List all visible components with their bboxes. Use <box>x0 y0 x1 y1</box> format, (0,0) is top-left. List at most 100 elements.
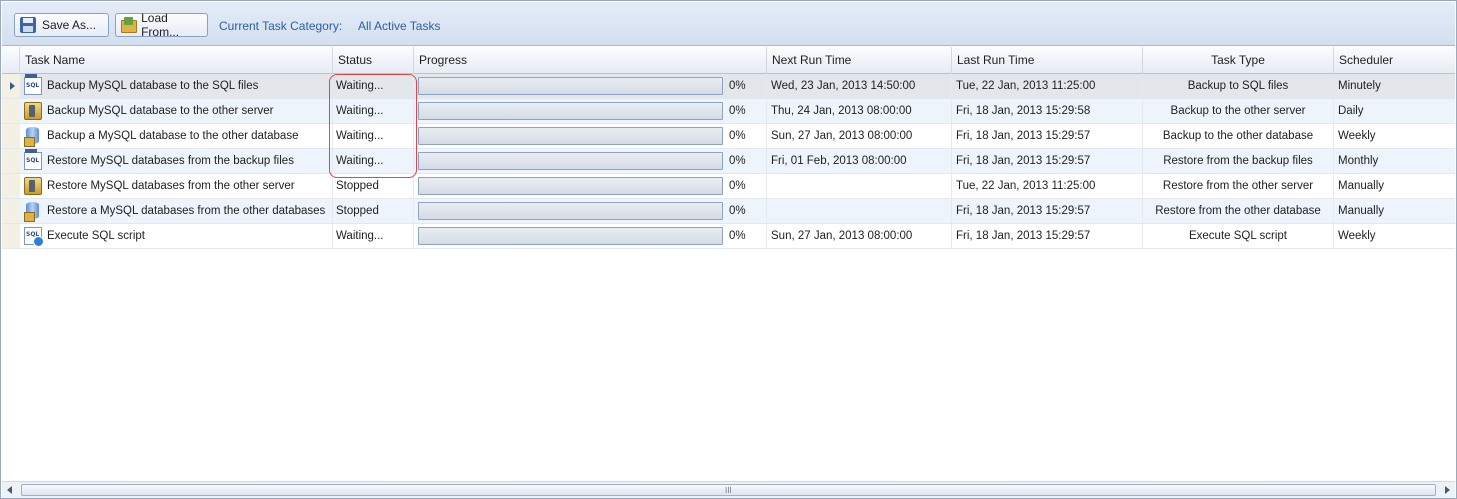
selected-row-arrow-icon <box>10 82 15 90</box>
status-cell: Waiting... <box>333 74 414 98</box>
progress-bar <box>418 152 723 170</box>
server-backup-icon <box>24 102 42 120</box>
header-scheduler[interactable]: Scheduler <box>1334 47 1455 74</box>
next-run-time-cell: Wed, 23 Jan, 2013 14:50:00 <box>767 74 952 98</box>
task-type-cell: Restore from the other server <box>1143 174 1334 198</box>
progress-percent: 0% <box>729 205 746 217</box>
grid-header: Task Name Status Progress Next Run Time … <box>2 47 1455 74</box>
progress-bar <box>418 127 723 145</box>
last-run-time-cell: Fri, 18 Jan, 2013 15:29:57 <box>952 124 1143 148</box>
row-indicator <box>2 99 20 123</box>
toolbar: Save As... Load From... Current Task Cat… <box>2 2 1455 46</box>
table-row[interactable]: Restore a MySQL databases from the other… <box>2 199 1455 224</box>
header-progress[interactable]: Progress <box>414 47 767 74</box>
scroll-left-arrow-icon[interactable] <box>5 485 15 495</box>
progress-cell: 0% <box>414 174 767 198</box>
next-run-time-cell <box>767 199 952 223</box>
progress-percent: 0% <box>729 155 746 167</box>
table-row[interactable]: Backup MySQL database to the SQL filesWa… <box>2 74 1455 99</box>
task-name-cell: Backup a MySQL database to the other dat… <box>44 124 333 148</box>
status-cell: Stopped <box>333 199 414 223</box>
row-indicator <box>2 199 20 223</box>
scheduler-cell: Minutely <box>1338 80 1381 92</box>
last-run-time-cell: Tue, 22 Jan, 2013 11:25:00 <box>952 174 1143 198</box>
last-run-time-cell: Fri, 18 Jan, 2013 15:29:57 <box>952 199 1143 223</box>
status-cell: Waiting... <box>333 124 414 148</box>
sql-restore-icon <box>24 149 42 170</box>
last-run-time-cell: Fri, 18 Jan, 2013 15:29:58 <box>952 99 1143 123</box>
next-run-time-cell: Sun, 27 Jan, 2013 08:00:00 <box>767 224 952 248</box>
row-indicator <box>2 224 20 248</box>
sql-script-icon <box>24 227 44 247</box>
header-task-type[interactable]: Task Type <box>1143 47 1334 74</box>
next-run-time-cell: Sun, 27 Jan, 2013 08:00:00 <box>767 124 952 148</box>
task-name-cell: Execute SQL script <box>44 224 333 248</box>
task-name-cell: Restore a MySQL databases from the other… <box>44 199 333 223</box>
row-indicator <box>2 74 20 98</box>
table-row[interactable]: Execute SQL scriptWaiting...0%Sun, 27 Ja… <box>2 224 1455 249</box>
table-row[interactable]: Restore MySQL databases from the backup … <box>2 149 1455 174</box>
progress-percent: 0% <box>729 80 746 92</box>
task-type-cell: Restore from the other database <box>1143 199 1334 223</box>
status-cell: Stopped <box>333 174 414 198</box>
progress-cell: 0% <box>414 149 767 173</box>
progress-bar <box>418 227 723 245</box>
header-indicator <box>2 47 20 74</box>
status-cell: Waiting... <box>333 99 414 123</box>
status-cell: Waiting... <box>333 149 414 173</box>
horizontal-scrollbar[interactable]: III <box>2 481 1455 498</box>
progress-cell: 0% <box>414 124 767 148</box>
progress-bar <box>418 77 723 95</box>
save-as-label: Save As... <box>42 18 97 32</box>
header-task-name[interactable]: Task Name <box>20 47 333 74</box>
task-name-cell: Restore MySQL databases from the backup … <box>44 149 333 173</box>
progress-cell: 0% <box>414 199 767 223</box>
next-run-time-cell: Thu, 24 Jan, 2013 08:00:00 <box>767 99 952 123</box>
load-from-button[interactable]: Load From... <box>115 11 208 39</box>
header-status[interactable]: Status <box>333 47 414 74</box>
row-indicator <box>2 124 20 148</box>
task-type-cell: Backup to SQL files <box>1143 74 1334 98</box>
progress-bar <box>418 177 723 195</box>
status-cell: Waiting... <box>333 224 414 248</box>
table-row[interactable]: Backup a MySQL database to the other dat… <box>2 124 1455 149</box>
header-last-run-time[interactable]: Last Run Time <box>952 47 1143 74</box>
scheduler-cell: Weekly <box>1338 130 1376 142</box>
server-restore-icon <box>24 177 42 195</box>
task-grid[interactable]: Task Name Status Progress Next Run Time … <box>2 47 1455 479</box>
task-name-cell: Restore MySQL databases from the other s… <box>44 174 333 198</box>
progress-cell: 0% <box>414 224 767 248</box>
header-next-run-time[interactable]: Next Run Time <box>767 47 952 74</box>
last-run-time-cell: Fri, 18 Jan, 2013 15:29:57 <box>952 224 1143 248</box>
progress-percent: 0% <box>729 230 746 242</box>
progress-percent: 0% <box>729 130 746 142</box>
scheduler-cell: Manually <box>1338 205 1385 217</box>
row-indicator <box>2 174 20 198</box>
save-as-button[interactable]: Save As... <box>14 13 109 37</box>
folder-open-icon <box>121 17 138 33</box>
category-label: Current Task Category: <box>219 19 343 33</box>
task-name-cell: Backup MySQL database to the other serve… <box>44 99 333 123</box>
sql-backup-icon <box>24 74 42 95</box>
table-row[interactable]: Restore MySQL databases from the other s… <box>2 174 1455 199</box>
last-run-time-cell: Fri, 18 Jan, 2013 15:29:57 <box>952 149 1143 173</box>
next-run-time-cell <box>767 174 952 198</box>
database-restore-icon <box>24 202 42 222</box>
load-from-label: Load From... <box>141 11 180 39</box>
scrollbar-thumb[interactable]: III <box>21 484 1436 496</box>
progress-bar <box>418 102 723 120</box>
task-type-cell: Execute SQL script <box>1143 224 1334 248</box>
task-type-cell: Backup to the other database <box>1143 124 1334 148</box>
scheduler-cell: Manually <box>1338 180 1385 192</box>
scrollbar-grip-icon: III <box>725 486 732 495</box>
progress-cell: 0% <box>414 74 767 98</box>
scroll-right-arrow-icon[interactable] <box>1442 485 1452 495</box>
table-row[interactable]: Backup MySQL database to the other serve… <box>2 99 1455 124</box>
last-run-time-cell: Tue, 22 Jan, 2013 11:25:00 <box>952 74 1143 98</box>
task-name-cell: Backup MySQL database to the SQL files <box>44 74 333 98</box>
category-value-link[interactable]: All Active Tasks <box>358 19 440 33</box>
progress-percent: 0% <box>729 105 746 117</box>
task-type-cell: Restore from the backup files <box>1143 149 1334 173</box>
floppy-disk-icon <box>20 17 36 33</box>
progress-percent: 0% <box>729 180 746 192</box>
